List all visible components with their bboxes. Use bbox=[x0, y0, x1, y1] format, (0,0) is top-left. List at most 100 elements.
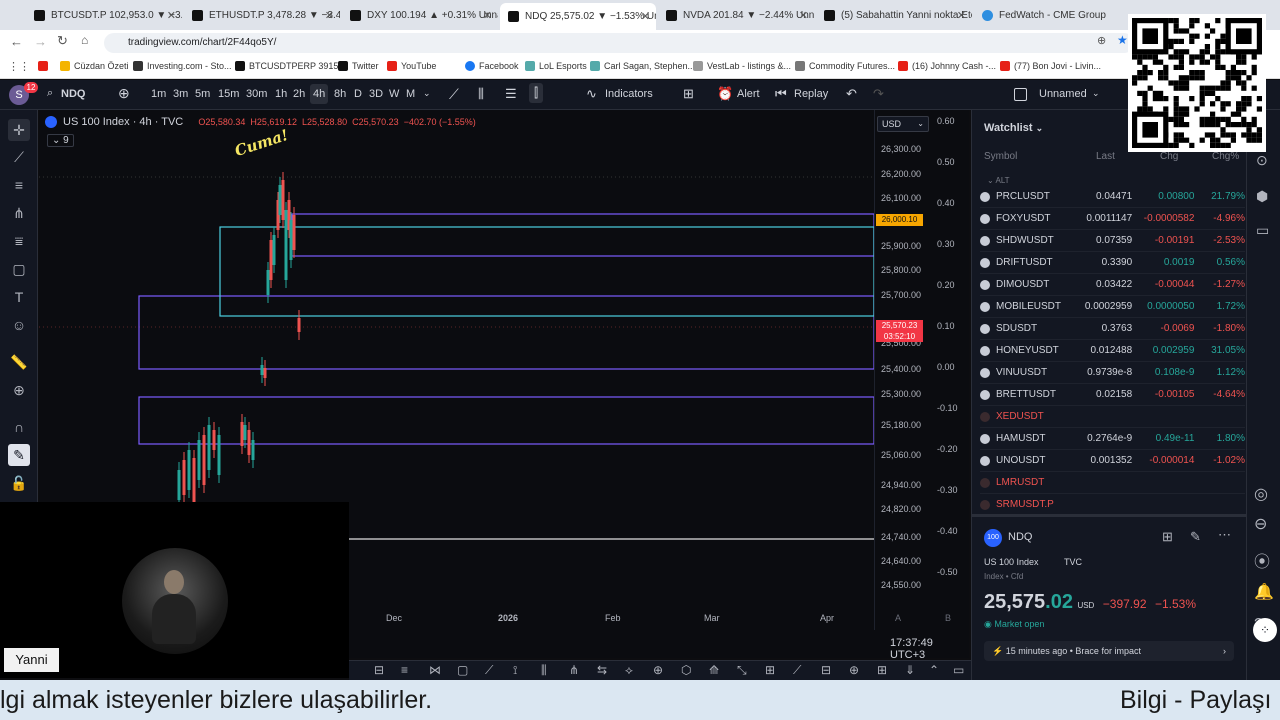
line-chart-icon[interactable]: ⟋ bbox=[449, 86, 459, 103]
templates-grid-icon[interactable]: ⊞ bbox=[683, 86, 694, 102]
more-icon[interactable]: ⋯ bbox=[1218, 527, 1231, 543]
bookmark[interactable]: Carl Sagan, Stephen... bbox=[590, 61, 695, 71]
watchlist-row[interactable]: PRCLUSDT 0.04471 0.00800 21.79% bbox=[980, 186, 1245, 208]
watchlist-row[interactable]: VINUUSDT 0.9739e-8 0.108e-9 1.12% bbox=[980, 362, 1245, 384]
bookmark[interactable]: (77) Bon Jovi - Livin... bbox=[1000, 61, 1101, 71]
bookmark[interactable]: Twitter bbox=[338, 61, 379, 71]
col-chg-pct[interactable]: Chg% bbox=[1212, 151, 1239, 162]
watchlist-row[interactable]: HAMUSDT 0.2764e-9 0.49e-11 1.80% bbox=[980, 428, 1245, 450]
browser-tab[interactable]: DXY 100.194 ▲ +0.31% Unnam ✕ bbox=[342, 3, 498, 27]
tool-icon[interactable]: ⋔ bbox=[569, 663, 579, 677]
close-icon[interactable]: ✕ bbox=[325, 9, 334, 22]
alert-button[interactable]: Alert bbox=[737, 88, 760, 100]
reload-icon[interactable]: ↻ bbox=[57, 33, 68, 49]
browser-tab-active[interactable]: NDQ 25,575.02 ▼ −1.53% Unn ✕ bbox=[500, 3, 656, 30]
browser-tab[interactable]: FedWatch - CME Group bbox=[974, 3, 1124, 27]
currency-select[interactable]: USD ⌄ bbox=[877, 116, 929, 132]
close-icon[interactable]: ✕ bbox=[641, 10, 650, 23]
chat-icon[interactable]: ▭ bbox=[1256, 222, 1269, 239]
watchlist-group[interactable]: ⌄ ALT bbox=[987, 176, 1010, 185]
tool-icon[interactable]: ▢ bbox=[457, 663, 468, 677]
layout-name[interactable]: Unnamed bbox=[1039, 88, 1087, 100]
bookmark[interactable]: Cüzdan Özeti bbox=[60, 61, 129, 71]
price-axis[interactable]: USD ⌄ 26,300.00 26,200.00 26,100.00 25,900.0… bbox=[874, 110, 969, 630]
lock-icon[interactable]: 🔓 bbox=[8, 472, 30, 494]
tool-icon[interactable]: ⊞ bbox=[877, 663, 887, 677]
tool-icon[interactable]: ⇓ bbox=[905, 663, 915, 677]
bookmark[interactable]: BTCUSDTPERP 3915... bbox=[235, 61, 346, 71]
log-scale-toggle[interactable]: B bbox=[945, 613, 951, 623]
back-icon[interactable]: ← bbox=[10, 34, 23, 49]
undo-icon[interactable]: ↶ bbox=[846, 86, 857, 102]
layers-icon[interactable]: ⬢ bbox=[1256, 188, 1268, 205]
tool-icon[interactable]: ⫼ bbox=[541, 663, 547, 678]
horizontal-lines-icon[interactable]: ≡ bbox=[8, 174, 30, 196]
tool-icon[interactable]: ⟋ bbox=[485, 663, 493, 678]
target-icon[interactable]: ◎ bbox=[1254, 484, 1268, 504]
tool-icon[interactable]: ⟡ bbox=[625, 663, 633, 678]
crosshair-icon[interactable]: ✛ bbox=[8, 119, 30, 141]
tool-icon[interactable]: ⊕ bbox=[653, 663, 663, 677]
chevron-down-icon[interactable]: ⌄ bbox=[1092, 88, 1100, 99]
interval-4h-active[interactable]: 4h bbox=[310, 84, 329, 104]
auto-scale-toggle[interactable]: A bbox=[895, 613, 901, 623]
tool-icon[interactable]: ≡ bbox=[401, 663, 408, 677]
tool-icon[interactable]: ⟟ bbox=[513, 663, 517, 678]
tool-icon[interactable]: ⤡ bbox=[737, 663, 747, 678]
watchlist-row[interactable]: SDUSDT 0.3763 -0.0069 -1.80% bbox=[980, 318, 1245, 340]
layout-grid-icon[interactable]: ⊞ bbox=[1162, 529, 1173, 545]
zoom-in-icon[interactable]: ⊕ bbox=[8, 379, 30, 401]
url-field[interactable]: tradingview.com/chart/2F44qo5Y/ bbox=[104, 33, 1134, 53]
chevron-down-icon[interactable]: ⌄ bbox=[423, 88, 431, 99]
bookmark[interactable]: Investing.com - Sto... bbox=[133, 61, 232, 71]
watchlist-row[interactable]: HONEYUSDT 0.012488 0.002959 31.05% bbox=[980, 340, 1245, 362]
watchlist-row[interactable]: DIMOUSDT 0.03422 -0.00044 -1.27% bbox=[980, 274, 1245, 296]
interval-3m[interactable]: 3m bbox=[173, 88, 188, 100]
legend-title[interactable]: US 100 Index · 4h · TVC bbox=[63, 116, 183, 128]
bookmark[interactable]: Facebook bbox=[465, 61, 519, 71]
replay-button[interactable]: Replay bbox=[794, 88, 828, 100]
interval-1m[interactable]: 1m bbox=[151, 88, 166, 100]
close-icon[interactable]: ✕ bbox=[483, 9, 492, 22]
watchlist-row[interactable]: DRIFTUSDT 0.3390 0.0019 0.56% bbox=[980, 252, 1245, 274]
tool-icon[interactable]: ⌃ bbox=[929, 663, 939, 677]
interval-w[interactable]: W bbox=[389, 88, 399, 100]
interval-5m[interactable]: 5m bbox=[195, 88, 210, 100]
col-symbol[interactable]: Symbol bbox=[984, 151, 1017, 162]
indicators-icon[interactable]: ∿ bbox=[586, 86, 597, 102]
watchlist-row[interactable]: XEDUSDT bbox=[980, 406, 1245, 428]
bookmark[interactable] bbox=[38, 61, 52, 71]
drawing-mode-icon[interactable]: ✎ bbox=[8, 444, 30, 466]
bookmark[interactable]: (16) Johnny Cash -... bbox=[898, 61, 996, 71]
news-item[interactable]: ⚡ 15 minutes ago • Brace for impact › bbox=[984, 641, 1234, 661]
interval-30m[interactable]: 30m bbox=[246, 88, 267, 100]
time-axis[interactable]: Dec 2026 Feb Mar Apr bbox=[349, 610, 874, 630]
interval-15m[interactable]: 15m bbox=[218, 88, 239, 100]
tool-icon[interactable]: ⟰ bbox=[709, 663, 719, 677]
col-last[interactable]: Last bbox=[1096, 151, 1115, 162]
compare-plus-icon[interactable]: ⊕ bbox=[118, 85, 130, 102]
emoji-icon[interactable]: ☺ bbox=[8, 314, 30, 336]
indicators-collapse[interactable]: ⌄ 9 bbox=[47, 134, 74, 147]
fractal-icon[interactable]: ⫿ bbox=[529, 83, 544, 103]
range-box[interactable] bbox=[219, 226, 874, 317]
indicators-button[interactable]: Indicators bbox=[605, 88, 653, 100]
magnet-icon[interactable]: ∩ bbox=[8, 416, 30, 438]
tool-icon[interactable]: ⬡ bbox=[681, 663, 691, 677]
supply-zone-box[interactable] bbox=[291, 213, 874, 257]
candles-icon[interactable]: ⫼ bbox=[478, 86, 484, 102]
trendline-icon[interactable]: ⟋ bbox=[8, 146, 30, 168]
watchlist-row[interactable]: UNOUSDT 0.001352 -0.000014 -1.02% bbox=[980, 450, 1245, 472]
interval-2h[interactable]: 2h bbox=[293, 88, 305, 100]
tool-icon[interactable]: ▭ bbox=[953, 663, 964, 677]
forward-icon[interactable]: → bbox=[34, 34, 47, 49]
tool-icon[interactable]: ⇆ bbox=[597, 663, 607, 677]
tool-icon[interactable]: ⊕ bbox=[849, 663, 859, 677]
fib-icon[interactable]: ⩸ bbox=[8, 230, 30, 252]
tool-icon[interactable]: ⊞ bbox=[765, 663, 775, 677]
interval-8h[interactable]: 8h bbox=[334, 88, 346, 100]
browser-tab[interactable]: NVDA 201.84 ▼ −2.44% Unnam ✕ bbox=[658, 3, 814, 27]
minimize-icon[interactable]: ⊖ bbox=[1254, 514, 1267, 534]
browser-tab[interactable]: ETHUSDT.P 3,478.28 ▼ −3.44%✕ bbox=[184, 3, 340, 27]
bell-icon[interactable]: 🔔 bbox=[1254, 582, 1274, 602]
